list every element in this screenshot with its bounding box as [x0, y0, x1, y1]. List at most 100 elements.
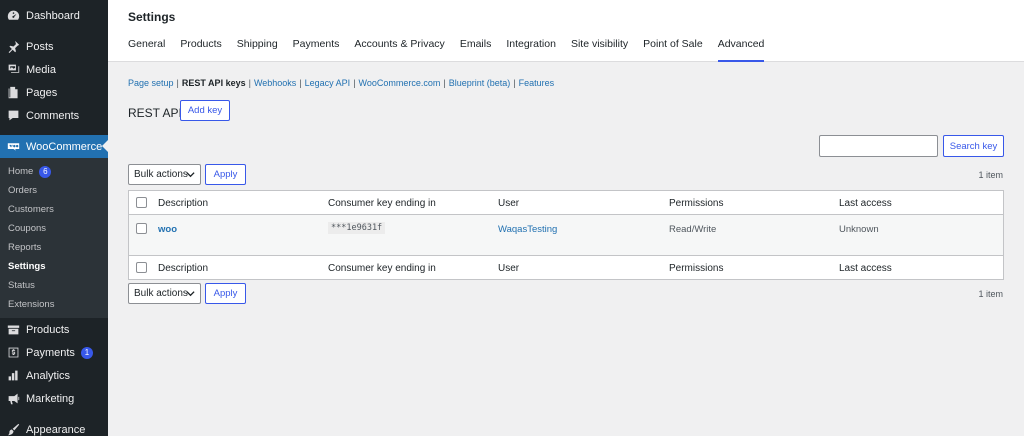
permissions-value: Read/Write: [669, 224, 717, 235]
subnav-separator: |: [299, 78, 302, 88]
item-count: 1 item: [978, 289, 1003, 299]
subnav-separator: |: [176, 78, 179, 88]
item-count: 1 item: [978, 170, 1003, 180]
sidebar-item-woocommerce[interactable]: WooCommerce: [0, 135, 108, 158]
comments-icon: [6, 109, 20, 123]
table-row: woo ***1e9631f WaqasTesting Read/Write U…: [129, 215, 1003, 255]
tab-point-of-sale[interactable]: Point of Sale: [643, 38, 703, 62]
submenu-item-orders[interactable]: Orders: [0, 181, 108, 200]
sidebar-item-products[interactable]: Products: [0, 318, 108, 341]
sidebar-item-label: Analytics: [26, 369, 71, 382]
dashboard-icon: [6, 9, 20, 23]
bulk-actions-select[interactable]: Bulk actions: [128, 283, 201, 304]
last-access-value: Unknown: [839, 224, 879, 235]
submenu-item-coupons[interactable]: Coupons: [0, 219, 108, 238]
pages-icon: [6, 86, 20, 100]
megaphone-icon: [6, 392, 20, 406]
advanced-subnav: Page setup | REST API keys | Webhooks | Legacy…: [128, 78, 554, 88]
settings-header: Settings General Products Shipping Payme…: [108, 0, 1024, 62]
section-title: REST API: [128, 106, 182, 120]
subnav-webhooks[interactable]: Webhooks: [254, 78, 296, 88]
bulk-actions-select[interactable]: Bulk actions: [128, 164, 201, 185]
column-header-consumer-key: Consumer key ending in: [328, 198, 436, 209]
subnav-separator: |: [513, 78, 516, 88]
submenu-item-settings[interactable]: Settings: [0, 257, 108, 276]
subnav-page-setup[interactable]: Page setup: [128, 78, 174, 88]
main-content: Page setup | REST API keys | Webhooks | Legacy…: [108, 62, 1024, 436]
subnav-separator: |: [248, 78, 251, 88]
tab-advanced[interactable]: Advanced: [717, 38, 764, 62]
column-header-last-access: Last access: [839, 198, 892, 209]
tab-integration[interactable]: Integration: [506, 38, 556, 62]
sidebar-item-comments[interactable]: Comments: [0, 104, 108, 127]
sidebar-item-label: Payments: [26, 346, 75, 359]
select-all-checkbox[interactable]: [136, 197, 147, 208]
submenu-item-home[interactable]: Home 6: [0, 162, 108, 181]
select-all-checkbox[interactable]: [136, 262, 147, 273]
admin-sidebar: Dashboard Posts Media Pages Comments Woo…: [0, 0, 108, 436]
subnav-blueprint[interactable]: Blueprint (beta): [449, 78, 511, 88]
column-header-user: User: [498, 263, 520, 274]
apply-button[interactable]: Apply: [205, 164, 246, 185]
search-key-button[interactable]: Search key: [943, 135, 1004, 157]
tab-shipping[interactable]: Shipping: [237, 38, 278, 62]
subnav-separator: |: [443, 78, 446, 88]
api-keys-table: Description Consumer key ending in User …: [128, 190, 1004, 280]
subnav-rest-api-keys[interactable]: REST API keys: [182, 78, 246, 88]
tab-general[interactable]: General: [128, 38, 165, 62]
sidebar-item-appearance[interactable]: Appearance: [0, 418, 108, 436]
add-key-button[interactable]: Add key: [180, 100, 230, 121]
brush-icon: [6, 423, 20, 436]
chevron-down-icon: [186, 172, 195, 178]
sidebar-item-media[interactable]: Media: [0, 58, 108, 81]
sidebar-item-label: Media: [26, 63, 56, 76]
sidebar-item-label: Dashboard: [26, 9, 80, 22]
payments-icon: [6, 346, 20, 360]
apply-button[interactable]: Apply: [205, 283, 246, 304]
sidebar-item-pages[interactable]: Pages: [0, 81, 108, 104]
key-description-link[interactable]: woo: [158, 224, 177, 235]
column-header-permissions: Permissions: [669, 263, 724, 274]
sidebar-item-label: Appearance: [26, 423, 86, 436]
notification-badge: 1: [80, 346, 93, 359]
tab-site-visibility[interactable]: Site visibility: [571, 38, 628, 62]
tab-payments[interactable]: Payments: [293, 38, 340, 62]
submenu-item-customers[interactable]: Customers: [0, 200, 108, 219]
settings-tabs: General Products Shipping Payments Accou…: [128, 38, 779, 62]
subnav-separator: |: [353, 78, 356, 88]
user-link[interactable]: WaqasTesting: [498, 224, 557, 235]
submenu-item-status[interactable]: Status: [0, 276, 108, 295]
sidebar-item-marketing[interactable]: Marketing: [0, 387, 108, 410]
sidebar-item-label: Posts: [26, 40, 54, 53]
tab-accounts-privacy[interactable]: Accounts & Privacy: [354, 38, 444, 62]
subnav-legacy-api[interactable]: Legacy API: [305, 78, 351, 88]
table-header-row: Description Consumer key ending in User …: [129, 191, 1003, 215]
page-title: Settings: [128, 10, 176, 24]
sidebar-item-label: Products: [26, 323, 70, 336]
column-header-description: Description: [158, 263, 209, 274]
table-footer-row: Description Consumer key ending in User …: [129, 255, 1003, 279]
sidebar-item-label: Marketing: [26, 392, 75, 405]
consumer-key-value: ***1e9631f: [328, 222, 386, 234]
chevron-down-icon: [186, 291, 195, 297]
submenu-item-extensions[interactable]: Extensions: [0, 295, 108, 314]
tab-emails[interactable]: Emails: [460, 38, 492, 62]
column-header-consumer-key: Consumer key ending in: [328, 263, 436, 274]
sidebar-item-payments[interactable]: Payments 1: [0, 341, 108, 364]
tab-products[interactable]: Products: [180, 38, 221, 62]
notification-badge: 6: [39, 165, 52, 178]
subnav-woocommerce-com[interactable]: WooCommerce.com: [359, 78, 441, 88]
subnav-features[interactable]: Features: [519, 78, 555, 88]
column-header-last-access: Last access: [839, 263, 892, 274]
row-checkbox[interactable]: [136, 223, 147, 234]
sidebar-item-label: WooCommerce: [26, 140, 103, 153]
column-header-description: Description: [158, 198, 209, 209]
chart-icon: [6, 369, 20, 383]
sidebar-item-analytics[interactable]: Analytics: [0, 364, 108, 387]
submenu-item-reports[interactable]: Reports: [0, 238, 108, 257]
sidebar-item-label: Pages: [26, 86, 58, 99]
woocommerce-icon: [6, 140, 20, 154]
sidebar-item-dashboard[interactable]: Dashboard: [0, 4, 108, 27]
search-key-input[interactable]: [819, 135, 938, 157]
sidebar-item-posts[interactable]: Posts: [0, 35, 108, 58]
